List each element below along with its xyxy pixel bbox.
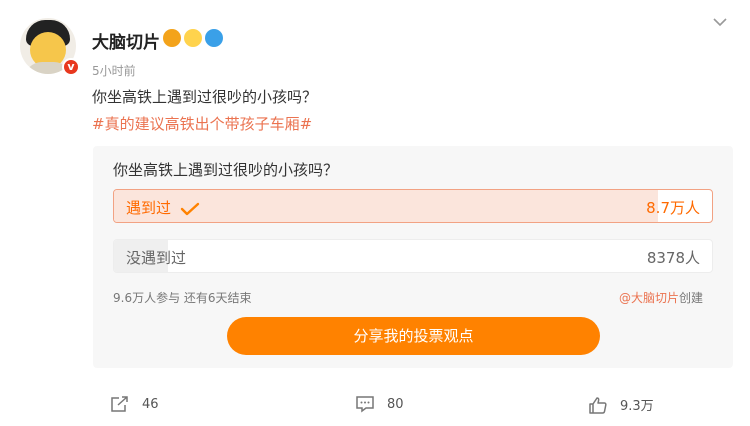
repost-icon [111,396,128,412]
poll-option-1-label: 遇到过 [126,199,172,217]
hashtag-link[interactable]: #真的建议高铁出个带孩子车厢# [92,113,312,134]
check-icon [180,202,199,215]
poll-option-2-label: 没遇到过 [126,249,187,267]
poll-option-1[interactable]: 遇到过 8.7万人 [113,189,713,223]
poll-creator: @大脑切片创建 [619,289,703,306]
comment-button[interactable]: 80 [355,395,404,413]
post-text: 你坐高铁上遇到过很吵的小孩吗？ [92,88,318,106]
comment-count: 80 [387,396,404,412]
chevron-down-icon[interactable] [712,14,728,30]
comment-icon [356,396,374,413]
poll-meta: 9.6万人参与 还有6天结束 [113,291,252,305]
thumbs-up-icon [589,396,607,414]
like-button[interactable]: 9.3万 [588,395,654,414]
crown-badge-icon[interactable] [163,28,181,47]
poll-option-1-count: 8.7万人 [646,199,700,217]
repost-count: 46 [142,396,159,412]
poll-creator-link[interactable]: @大脑切片 [619,291,679,305]
share-vote-button[interactable]: 分享我的投票观点 [227,317,600,355]
poll-option-2[interactable]: 没遇到过 8378人 [113,239,713,273]
balloon-badge-icon[interactable] [205,28,223,47]
like-count: 9.3万 [620,399,654,414]
duck-badge-icon[interactable] [184,28,202,47]
repost-button[interactable]: 46 [110,395,159,413]
poll-creator-suffix: 创建 [678,291,703,305]
username[interactable]: 大脑切片 [92,28,160,53]
poll-option-2-count: 8378人 [646,249,700,267]
user-badges [163,28,226,47]
poll-option-1-label-wrap: 遇到过 [126,197,200,218]
post-time[interactable]: 5小时前 [92,62,136,79]
verified-icon: v [62,58,80,76]
poll-question: 你坐高铁上遇到过很吵的小孩吗？ [113,161,339,179]
